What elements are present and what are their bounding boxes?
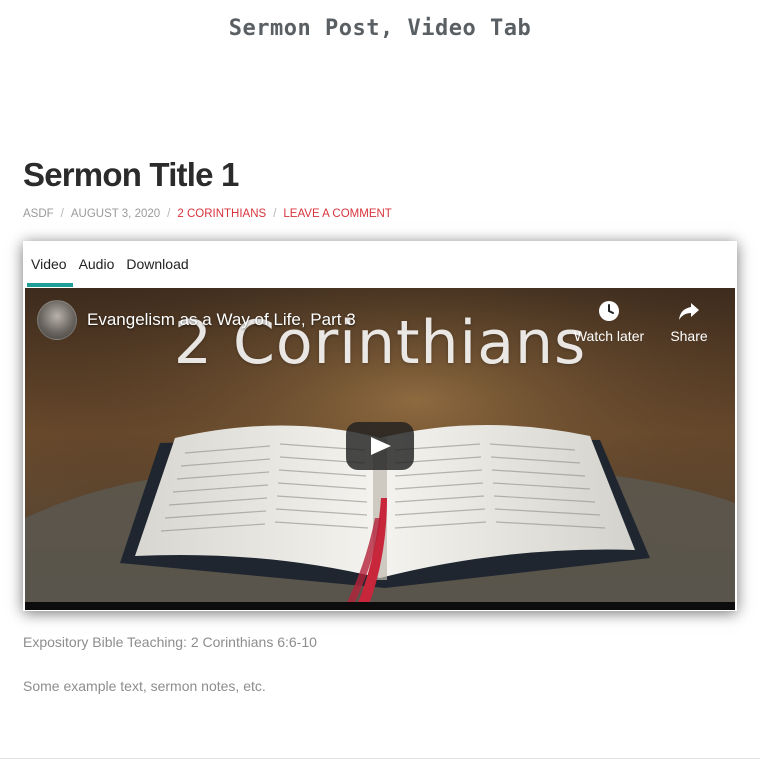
sermon-media-card: Video Audio Download 2 Corinthians Evang…: [23, 241, 737, 611]
post-title: Sermon Title 1: [23, 156, 239, 193]
share-arrow-icon: [679, 303, 699, 320]
tab-audio[interactable]: Audio: [73, 241, 121, 287]
tab-download[interactable]: Download: [120, 241, 194, 287]
channel-avatar[interactable]: [37, 300, 77, 340]
video-title[interactable]: Evangelism as a Way of Life, Part 3: [87, 310, 356, 330]
watch-later-button[interactable]: Watch later: [569, 300, 649, 344]
youtube-video-embed[interactable]: 2 Corinthians Evangelism as a Way of Lif…: [25, 288, 735, 610]
meta-separator: /: [273, 208, 277, 220]
category-link[interactable]: 2 CORINTHIANS: [177, 208, 266, 220]
clock-icon: [599, 301, 619, 321]
play-icon: [371, 437, 391, 455]
media-tabs: Video Audio Download: [23, 241, 737, 287]
meta-separator: /: [60, 208, 64, 220]
watch-later-label: Watch later: [573, 328, 645, 344]
video-progress-bar[interactable]: [25, 602, 735, 610]
post-date[interactable]: AUGUST 3, 2020: [71, 208, 160, 220]
post-author[interactable]: ASDF: [23, 208, 54, 220]
content-divider: [0, 758, 760, 759]
tab-video[interactable]: Video: [23, 241, 73, 287]
site-title[interactable]: Sermon Post, Video Tab: [0, 16, 760, 41]
leave-comment-link[interactable]: LEAVE A COMMENT: [283, 208, 391, 220]
play-button[interactable]: [346, 422, 414, 470]
sermon-notes: Some example text, sermon notes, etc.: [23, 678, 266, 694]
share-button[interactable]: Share: [649, 300, 729, 344]
share-label: Share: [670, 328, 708, 344]
sermon-description: Expository Bible Teaching: 2 Corinthians…: [23, 634, 317, 650]
meta-separator: /: [167, 208, 171, 220]
post-meta: ASDF / AUGUST 3, 2020 / 2 CORINTHIANS / …: [23, 208, 392, 220]
